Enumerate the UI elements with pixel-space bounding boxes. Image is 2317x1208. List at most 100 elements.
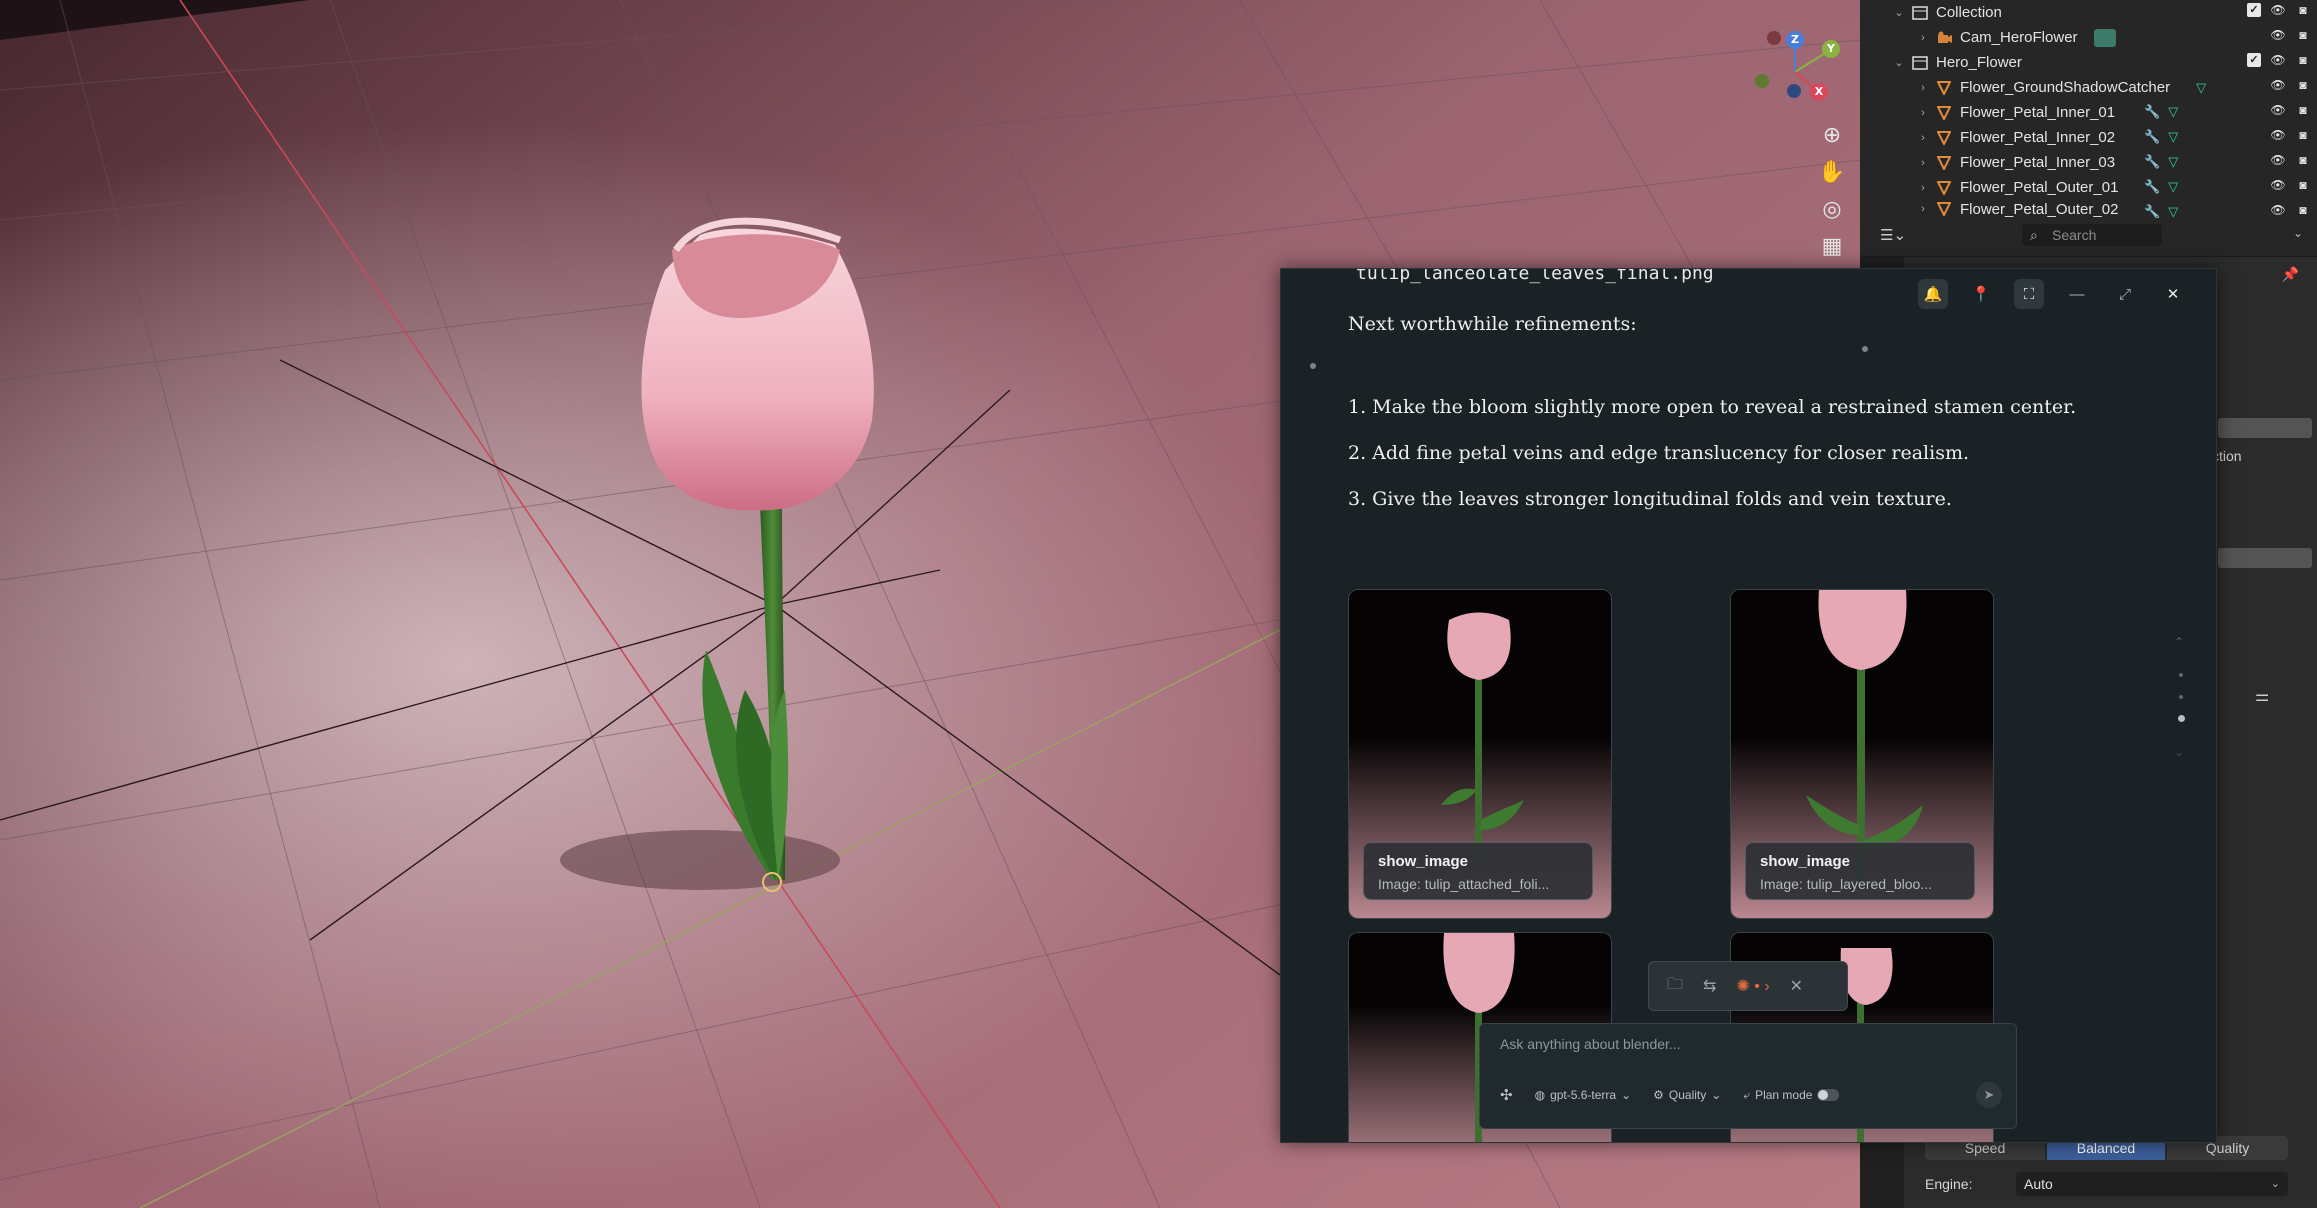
navigation-gizmo[interactable]: Z Y X (1745, 22, 1855, 112)
plan-mode-switch[interactable] (1817, 1089, 1840, 1101)
eye-icon[interactable]: 👁 (2270, 128, 2286, 142)
minimize-icon[interactable]: — (2062, 279, 2092, 309)
outliner-row-mesh[interactable]: › Flower_Petal_Inner_03 🔧 ▽ 👁 ◙ (1860, 150, 2317, 175)
gizmo-neg-z-icon[interactable] (1787, 84, 1801, 98)
property-field[interactable] (2218, 548, 2312, 568)
outliner-row-collection[interactable]: ⌄ Collection ✓ 👁 ◙ (1860, 0, 2317, 25)
quality-selector[interactable]: ⚙ Quality ⌄ (1653, 1088, 1721, 1102)
render-camera-icon[interactable]: ◙ (2295, 153, 2311, 167)
eye-icon[interactable]: 👁 (2270, 153, 2286, 167)
chevron-down-icon: ⌄ (2270, 1178, 2280, 1190)
eye-icon[interactable]: 👁 (2270, 103, 2286, 117)
render-camera-icon[interactable]: ◙ (2295, 53, 2311, 67)
image-result-card[interactable]: show_image Image: tulip_attached_foli... (1348, 589, 1612, 919)
mesh-data-icon: ▽ (2168, 179, 2179, 194)
orthographic-grid-icon[interactable]: ▦ (1815, 229, 1849, 263)
render-camera-icon[interactable]: ◙ (2295, 178, 2311, 192)
chevron-right-icon[interactable]: › (1916, 157, 1930, 169)
properties-search-input[interactable]: ⌕ Search (2022, 224, 2162, 246)
scroll-rail[interactable]: ⌃ ⌄ (2174, 635, 2188, 775)
render-camera-icon[interactable]: ◙ (2295, 203, 2311, 217)
link-icon[interactable]: ⇆ (1703, 976, 1716, 996)
previous-image-filename: tulip_lanceolate_leaves_final.png (1356, 268, 1714, 284)
scroll-dot[interactable] (2179, 673, 2183, 677)
image-result-card[interactable]: show_image Image: tulip_layered_bloo... (1730, 589, 1994, 919)
render-camera-icon[interactable]: ◙ (2295, 28, 2311, 42)
outliner-row-camera[interactable]: › Cam_HeroFlower 👁 ◙ (1860, 25, 2317, 50)
chevron-right-icon[interactable]: › (1916, 82, 1930, 94)
outliner-row-mesh[interactable]: › Flower_Petal_Outer_02 🔧 ▽ 👁 ◙ (1860, 200, 2317, 219)
chat-composer[interactable]: Ask anything about blender... ✣ ◍ gpt-5.… (1479, 1023, 2017, 1129)
sliders-icon[interactable]: ⚌ (2255, 686, 2269, 706)
property-field[interactable] (2218, 418, 2312, 438)
gizmo-z-icon[interactable]: Z (1786, 31, 1804, 49)
chevron-right-icon[interactable]: › (1916, 32, 1930, 44)
gizmo-neg-y-icon[interactable] (1755, 74, 1769, 88)
close-icon[interactable]: ✕ (1790, 976, 1803, 996)
assistant-panel[interactable]: tulip_lanceolate_leaves_final.png 🔔 📍 ⛶ … (1280, 268, 2217, 1143)
pan-hand-icon[interactable]: ✋ (1815, 155, 1849, 189)
scroll-dot-active[interactable] (2178, 715, 2185, 722)
chevron-down-icon[interactable]: ⌄ (1892, 56, 1906, 69)
chevron-right-icon[interactable]: › (1916, 203, 1930, 215)
eye-icon[interactable]: 👁 (2270, 78, 2286, 92)
camera-view-icon[interactable]: ◎ (1815, 192, 1849, 226)
render-camera-icon[interactable]: ◙ (2295, 78, 2311, 92)
send-icon[interactable]: ➤ (1976, 1082, 2002, 1108)
chevron-down-icon[interactable]: ⌄ (1892, 6, 1906, 19)
card-subtitle: Image: tulip_attached_foli... (1378, 876, 1550, 892)
globe-icon: ◍ (1534, 1088, 1546, 1102)
add-context-icon[interactable]: ✣ (1500, 1086, 1513, 1104)
scroll-dot[interactable] (2179, 695, 2183, 699)
scroll-up-icon[interactable]: ⌃ (2174, 635, 2184, 649)
expand-icon[interactable]: ⤢ (2110, 279, 2140, 309)
folder-icon[interactable]: 🗀 (1667, 973, 1683, 1000)
chevron-down-icon[interactable]: ⌄ (2293, 226, 2303, 240)
plan-mode-toggle[interactable]: ⤶ Plan mode (1743, 1088, 1840, 1103)
eye-icon[interactable]: 👁 (2270, 53, 2286, 67)
mesh-data-icon: ▽ (2168, 204, 2179, 218)
render-camera-icon[interactable]: ◙ (2295, 128, 2311, 142)
outliner-row-hero-flower[interactable]: ⌄ Hero_Flower ✓ 👁 ◙ (1860, 50, 2317, 75)
chevron-right-icon[interactable]: › (1916, 132, 1930, 144)
engine-select[interactable]: Auto ⌄ (2016, 1172, 2288, 1196)
pin-icon[interactable]: 📍 (1966, 279, 1996, 309)
eye-icon[interactable]: 👁 (2270, 3, 2286, 17)
eye-icon[interactable]: 👁 (2270, 178, 2286, 192)
model-selector[interactable]: ◍ gpt-5.6-terra ⌄ (1535, 1088, 1632, 1102)
outliner-row-mesh[interactable]: › Flower_GroundShadowCatcher ▽ 👁 ◙ (1860, 75, 2317, 100)
close-collapse-icon[interactable]: ✕ (2158, 279, 2188, 309)
gizmo-x-icon[interactable]: X (1810, 83, 1828, 101)
chevron-right-icon[interactable]: › (1916, 182, 1930, 194)
mesh-data-icon: ▽ (2168, 129, 2179, 144)
chevron-down-icon: ⌄ (1711, 1088, 1722, 1102)
outliner-row-mesh[interactable]: › Flower_Petal_Inner_02 🔧 ▽ 👁 ◙ (1860, 125, 2317, 150)
refinement-item: 2. Add fine petal veins and edge translu… (1348, 442, 1969, 464)
chevron-down-icon: ⌄ (1621, 1088, 1632, 1102)
composer-options: ✣ ◍ gpt-5.6-terra ⌄ ⚙ Quality ⌄ ⤶ Plan m… (1500, 1086, 1840, 1104)
editor-type-icon[interactable]: ☰⌄ (1880, 226, 1906, 244)
exclude-checkbox[interactable]: ✓ (2247, 53, 2261, 67)
outliner-row-mesh[interactable]: › Flower_Petal_Outer_01 🔧 ▽ 👁 ◙ (1860, 175, 2317, 200)
eye-icon[interactable]: 👁 (2270, 203, 2286, 217)
camera-data-icon (2093, 28, 2116, 47)
render-camera-icon[interactable]: ◙ (2295, 103, 2311, 117)
exclude-checkbox[interactable]: ✓ (2247, 3, 2261, 17)
eye-icon[interactable]: 👁 (2270, 28, 2286, 42)
gizmo-neg-x-icon[interactable] (1767, 31, 1781, 45)
pin-icon[interactable]: 📌 (2282, 266, 2299, 283)
gizmo-y-icon[interactable]: Y (1822, 40, 1840, 58)
chat-input[interactable]: Ask anything about blender... (1500, 1036, 1681, 1052)
render-camera-icon[interactable]: ◙ (2295, 3, 2311, 17)
scroll-down-icon[interactable]: ⌄ (2174, 745, 2184, 759)
outliner-row-mesh[interactable]: › Flower_Petal_Inner_01 🔧 ▽ 👁 ◙ (1860, 100, 2317, 125)
mesh-data-icon: ▽ (2168, 154, 2179, 169)
chevron-right-icon[interactable]: › (1916, 107, 1930, 119)
refinement-item: 3. Give the leaves stronger longitudinal… (1348, 488, 1952, 510)
zoom-icon[interactable]: ⊕ (1815, 118, 1849, 152)
focus-capture-icon[interactable]: ⛶ (2014, 279, 2044, 309)
outliner-panel[interactable]: ⌄ Collection ✓ 👁 ◙ › Cam_HeroFlower 👁 ◙ ⌄ H… (1860, 0, 2317, 218)
bell-icon[interactable]: 🔔 (1918, 279, 1948, 309)
plan-mode-label: Plan mode (1755, 1088, 1813, 1102)
mesh-object-icon (1936, 130, 1952, 146)
